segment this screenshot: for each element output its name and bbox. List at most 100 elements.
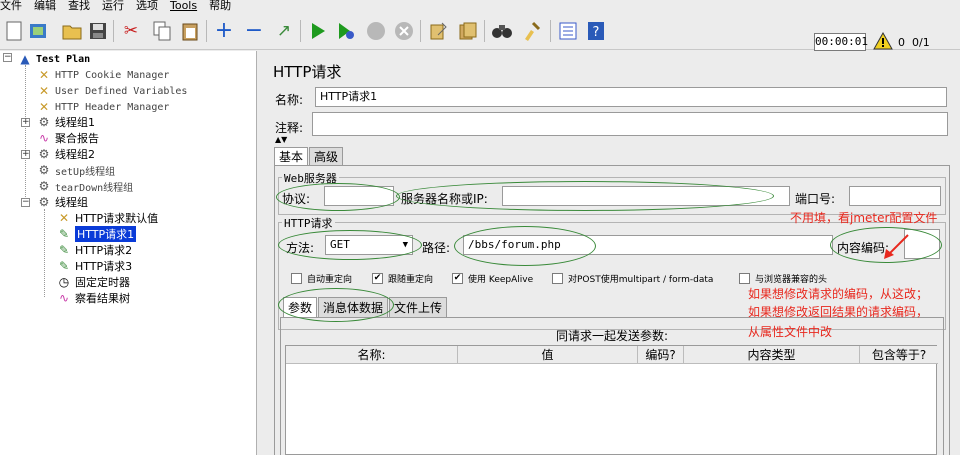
http-request-legend: HTTP请求 (282, 215, 335, 231)
reset-search-icon[interactable] (520, 19, 544, 43)
add-icon[interactable]: + (212, 19, 236, 43)
menu-file[interactable]: 文件 (0, 0, 22, 12)
name-field[interactable]: HTTP请求1 (315, 87, 947, 107)
tree-item-constant-timer[interactable]: ◷ 固定定时器 (56, 274, 130, 290)
column-value[interactable]: 值 (458, 346, 638, 364)
parameters-table[interactable]: 名称: 值 编码? 内容类型 包含等于? (285, 345, 938, 455)
tree-root[interactable]: ▲ Test Plan (17, 51, 90, 67)
tree-item-view-results-tree[interactable]: ∿ 察看结果树 (56, 290, 130, 306)
cut-icon[interactable]: ✂ (119, 19, 143, 43)
paste-icon[interactable] (178, 19, 202, 43)
config-icon: ✕ (38, 84, 50, 98)
tree-item-http-request-1[interactable]: ✎ HTTP请求1 (56, 226, 137, 242)
checkbox-label: 自动重定向 (307, 275, 353, 285)
annotation-arrow-icon (884, 234, 909, 259)
follow-redirect-checkbox[interactable]: ✔ 跟随重定向 (372, 272, 433, 285)
annotation-oval-path (454, 226, 596, 266)
tree-item-setup-thread-group[interactable]: ⚙ setUp线程组 (36, 162, 116, 178)
copy-icon[interactable] (150, 19, 174, 43)
parameters-title: 同请求一起发送参数: (555, 329, 669, 343)
checkbox-label: 跟随重定向 (388, 275, 434, 285)
tree-item-cookie-manager[interactable]: ✕ HTTP Cookie Manager (36, 67, 169, 83)
open-icon[interactable] (60, 19, 84, 43)
toolbar: ✂ + − ↗ ? 00:00:01 0 0/1 (0, 12, 960, 52)
tree-item-http-defaults[interactable]: ✕ HTTP请求默认值 (56, 210, 158, 226)
toggle-icon[interactable]: ↗ (272, 19, 296, 43)
checkmark-icon: ✔ (452, 273, 463, 284)
main-tabs: 基本 高级 (274, 147, 344, 165)
column-name[interactable]: 名称: (286, 346, 458, 364)
http-request-panel: HTTP请求 名称: HTTP请求1 注释: ▲▼ 基本 高级 Web服务器 协… (258, 51, 960, 455)
tree-item-http-request-2[interactable]: ✎ HTTP请求2 (56, 242, 132, 258)
annotation-oval-protocol (276, 183, 400, 211)
tree-item-user-defined-variables[interactable]: ✕ User Defined Variables (36, 83, 187, 99)
thread-group-icon: ⚙ (38, 163, 50, 177)
tree-item-thread-group[interactable]: ⚙ 线程组 (36, 194, 88, 210)
config-icon: ✕ (58, 211, 70, 225)
clear-icon[interactable] (426, 19, 450, 43)
warning-icon[interactable] (873, 31, 893, 52)
tree-item-http-request-3[interactable]: ✎ HTTP请求3 (56, 258, 132, 274)
annotation-note-4: 从属性文件中改 (748, 325, 833, 339)
expand-icon[interactable]: + (21, 118, 30, 127)
start-no-pause-icon[interactable] (334, 19, 358, 43)
clear-all-icon[interactable] (456, 19, 480, 43)
remove-icon[interactable]: − (242, 19, 266, 43)
keepalive-checkbox[interactable]: ✔ 使用 KeepAlive (452, 272, 533, 285)
search-icon[interactable] (490, 19, 514, 43)
browser-headers-checkbox[interactable]: 与浏览器兼容的头 (739, 272, 827, 285)
shutdown-icon[interactable] (392, 19, 416, 43)
sampler-icon: ✎ (58, 243, 70, 257)
tree-item-teardown-thread-group[interactable]: ⚙ tearDown线程组 (36, 178, 134, 194)
collapse-icon[interactable]: − (21, 198, 30, 207)
column-content-type[interactable]: 内容类型 (684, 346, 860, 364)
tab-advanced[interactable]: 高级 (309, 147, 344, 165)
tab-basic[interactable]: 基本 (274, 147, 309, 165)
config-icon: ✕ (38, 100, 50, 114)
auto-redirect-checkbox[interactable]: 自动重定向 (291, 272, 352, 285)
column-include-equals[interactable]: 包含等于? (860, 346, 938, 364)
thread-group-icon: ⚙ (38, 195, 50, 209)
sampler-icon: ✎ (58, 227, 70, 241)
expand-icon[interactable]: + (21, 150, 30, 159)
menu-tools[interactable]: Tools (170, 0, 197, 12)
test-plan-tree: − ▲ Test Plan ✕ HTTP Cookie Manager ✕ User … (0, 51, 257, 455)
annotation-note-3: 如果想修改返回结果的请求编码， (748, 305, 929, 319)
test-plan-icon: ▲ (20, 52, 30, 66)
port-field[interactable] (849, 186, 941, 206)
sampler-icon: ✎ (58, 259, 70, 273)
tree-item-thread-group-2[interactable]: ⚙ 线程组2 (36, 146, 95, 162)
splitter-icon[interactable]: ▲▼ (275, 135, 287, 144)
tree-item-thread-group-1[interactable]: ⚙ 线程组1 (36, 114, 95, 130)
tree-item-aggregate-report[interactable]: ∿ 聚合报告 (36, 130, 99, 146)
elapsed-timer: 00:00:01 (814, 33, 868, 51)
thread-group-icon: ⚙ (38, 115, 50, 129)
thread-count: 0/1 (912, 36, 930, 49)
menu-options[interactable]: 选项 (136, 0, 158, 12)
menu-help[interactable]: 帮助 (209, 0, 231, 12)
checkbox-icon (552, 273, 563, 284)
name-label: 名称: (275, 93, 304, 107)
start-icon[interactable] (306, 19, 330, 43)
save-icon[interactable] (86, 19, 110, 43)
config-icon: ✕ (38, 68, 50, 82)
tree-item-header-manager[interactable]: ✕ HTTP Header Manager (36, 99, 169, 115)
multipart-checkbox[interactable]: 对POST使用multipart / form-data (552, 272, 713, 285)
templates-icon[interactable] (26, 19, 50, 43)
menu-bar: 文件 编辑 查找 运行 选项 Tools 帮助 (0, 0, 960, 12)
listener-icon: ∿ (38, 131, 50, 145)
menu-edit[interactable]: 编辑 (34, 0, 56, 12)
checkbox-icon (739, 273, 750, 284)
function-helper-icon[interactable] (556, 19, 580, 43)
annotation-note-1: 不用填，看jmeter配置文件 (790, 211, 938, 225)
menu-search[interactable]: 查找 (68, 0, 90, 12)
comment-field[interactable] (312, 112, 948, 136)
column-encode[interactable]: 编码? (638, 346, 684, 364)
stop-icon[interactable] (364, 19, 388, 43)
collapse-icon[interactable]: − (3, 53, 12, 62)
new-icon[interactable] (2, 19, 26, 43)
tab-file-upload[interactable]: 文件上传 (389, 297, 448, 317)
help-icon[interactable]: ? (584, 19, 608, 43)
menu-run[interactable]: 运行 (102, 0, 124, 12)
svg-text:?: ? (593, 25, 600, 40)
